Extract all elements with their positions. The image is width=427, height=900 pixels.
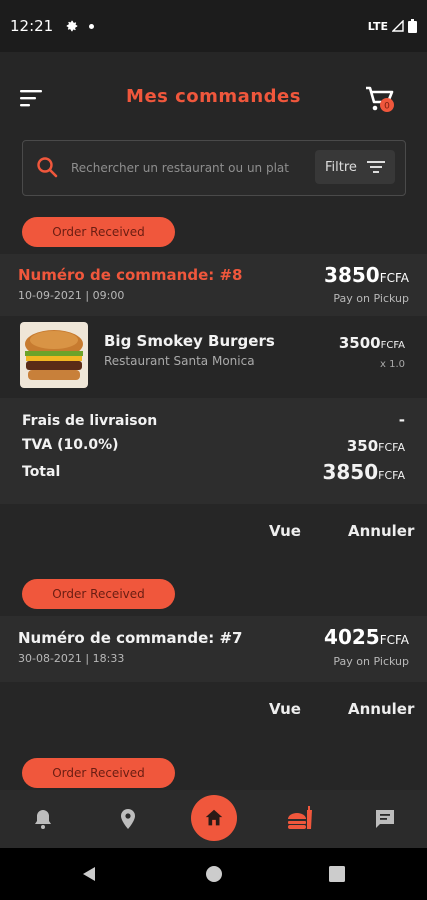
recents-icon[interactable] — [329, 866, 345, 882]
order-card[interactable]: Numéro de commande: #8 10-09-2021 | 09:0… — [0, 254, 427, 316]
item-restaurant: Restaurant Santa Monica — [104, 354, 255, 368]
order-card[interactable]: Numéro de commande: #7 30-08-2021 | 18:3… — [0, 616, 427, 682]
view-button[interactable]: Vue — [269, 522, 301, 540]
order-number: Numéro de commande: #8 — [18, 266, 243, 284]
item-price: 3500FCFA — [338, 334, 405, 352]
settings-icon — [66, 20, 78, 32]
order-item: Big Smokey Burgers Restaurant Santa Moni… — [0, 318, 427, 392]
payment-mode: Pay on Pickup — [333, 655, 409, 668]
bottom-navigation — [0, 790, 427, 848]
delivery-fee-label: Frais de livraison — [22, 413, 158, 429]
back-icon[interactable] — [80, 865, 98, 883]
tax-label: TVA (10.0%) — [22, 437, 119, 453]
item-image — [20, 322, 88, 388]
view-button[interactable]: Vue — [269, 700, 301, 718]
order-status-badge: Order Received — [22, 758, 175, 788]
battery-icon — [408, 19, 417, 33]
delivery-fee-value: - — [398, 411, 405, 429]
system-navigation-bar — [0, 848, 427, 900]
order-status-badge: Order Received — [22, 579, 175, 609]
item-quantity: x 1.0 — [380, 359, 405, 370]
tax-value: 350FCFA — [346, 437, 405, 455]
order-status-badge: Order Received — [22, 217, 175, 247]
filter-button[interactable]: Filtre — [315, 150, 395, 184]
home-circle-icon[interactable] — [205, 865, 223, 883]
status-bar: 12:21 LTE — [0, 0, 427, 52]
cancel-button[interactable]: Annuler — [348, 522, 414, 540]
app-header: Mes commandes 0 — [0, 70, 427, 126]
home-icon — [205, 809, 223, 826]
bell-icon[interactable] — [31, 807, 55, 831]
filter-label: Filtre — [325, 159, 357, 175]
search-bar: Filtre — [22, 140, 406, 196]
notification-dot-icon — [89, 23, 95, 29]
search-icon — [37, 157, 58, 178]
order-actions: Vue Annuler — [0, 684, 427, 734]
payment-mode: Pay on Pickup — [333, 292, 409, 305]
cancel-button[interactable]: Annuler — [348, 700, 414, 718]
search-input[interactable] — [71, 157, 307, 179]
order-number: Numéro de commande: #7 — [18, 629, 243, 647]
total-value: 3850FCFA — [322, 460, 405, 484]
location-icon[interactable] — [116, 807, 140, 831]
network-type: LTE — [367, 19, 388, 33]
cart-icon[interactable]: 0 — [364, 85, 396, 115]
cart-count: 0 — [384, 102, 390, 112]
order-date: 30-08-2021 | 18:33 — [18, 652, 125, 665]
page-title: Mes commandes — [126, 86, 301, 107]
order-date: 10-09-2021 | 09:00 — [18, 289, 125, 302]
chat-icon[interactable] — [373, 807, 397, 831]
clock: 12:21 — [10, 17, 54, 35]
orders-icon[interactable] — [286, 804, 314, 832]
total-label: Total — [22, 464, 61, 480]
order-summary: Frais de livraison - TVA (10.0%) 350FCFA… — [0, 398, 427, 504]
signal-icon — [392, 20, 404, 32]
order-actions: Vue Annuler — [0, 506, 427, 556]
order-total: 3850FCFA — [324, 263, 409, 287]
order-total: 4025FCFA — [324, 625, 409, 649]
home-button[interactable] — [191, 795, 237, 841]
item-name: Big Smokey Burgers — [104, 332, 275, 350]
filter-icon — [366, 161, 385, 173]
